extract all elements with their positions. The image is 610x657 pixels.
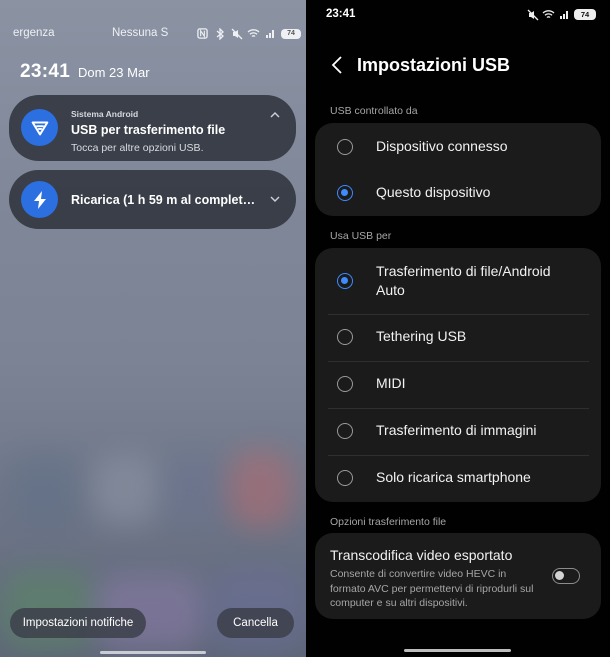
option-label: Trasferimento di file/Android Auto <box>376 263 551 298</box>
signal-icon <box>264 27 277 40</box>
status-icons: 74 <box>196 27 301 40</box>
notification-settings-button[interactable]: Impostazioni notifiche <box>10 608 146 638</box>
signal-icon <box>558 8 571 21</box>
wifi-icon <box>247 27 260 40</box>
option-file-transfer[interactable]: Trasferimento di file/Android Auto <box>315 248 601 314</box>
clock-time: 23:41 <box>20 61 71 82</box>
usb-settings-screen: 23:41 74 Impostazioni USB USB controllat… <box>306 0 610 657</box>
option-usb-tethering[interactable]: Tethering USB <box>315 314 601 361</box>
blurred-app-icon <box>10 455 80 525</box>
radio-button[interactable] <box>337 470 353 486</box>
carrier-label: Nessuna S <box>112 27 169 39</box>
notification-shade: ergenza Nessuna S 74 23:41 Dom 23 Mar Si… <box>0 0 306 657</box>
page-title: Impostazioni USB <box>357 55 511 75</box>
transcode-toggle-switch[interactable] <box>552 568 580 584</box>
notification-text: Tocca per altre opzioni USB. <box>71 142 204 154</box>
radio-button[interactable] <box>337 376 353 392</box>
option-label: Tethering USB <box>376 328 467 344</box>
home-indicator[interactable] <box>404 649 511 652</box>
battery-icon: 74 <box>281 28 301 39</box>
blurred-app-icon <box>228 450 294 528</box>
notification-usb[interactable]: Sistema Android USB per trasferimento fi… <box>9 95 296 161</box>
radio-button-selected[interactable] <box>337 185 353 201</box>
option-charge-only[interactable]: Solo ricarica smartphone <box>315 455 601 502</box>
battery-level: 74 <box>580 10 590 19</box>
option-label: Trasferimento di immagini <box>376 422 537 438</box>
option-midi[interactable]: MIDI <box>315 361 601 408</box>
option-image-transfer[interactable]: Trasferimento di immagini <box>315 408 601 455</box>
cancel-button[interactable]: Cancella <box>217 608 294 638</box>
notification-app-name: Sistema Android <box>71 109 139 119</box>
chevron-down-icon[interactable] <box>268 192 282 206</box>
home-indicator[interactable] <box>100 651 206 654</box>
option-label: Solo ricarica smartphone <box>376 469 531 485</box>
battery-icon: 74 <box>574 9 596 20</box>
transcode-video-setting[interactable]: Transcodifica video esportato Consente d… <box>315 533 601 619</box>
option-this-device[interactable]: Questo dispositivo <box>315 170 601 216</box>
status-icons: 74 <box>526 8 596 21</box>
blurred-app-icon <box>92 455 160 525</box>
notification-title: USB per trasferimento file <box>71 123 226 137</box>
mute-icon <box>526 8 539 21</box>
setting-title: Transcodifica video esportato <box>330 547 513 563</box>
nfc-icon <box>196 27 209 40</box>
mute-icon <box>230 27 243 40</box>
notification-title: Ricarica (1 h 59 m al completam... <box>71 193 261 207</box>
section-label-use-usb-for: Usa USB per <box>330 230 392 242</box>
clock-date: Dom 23 Mar <box>78 65 150 80</box>
battery-level: 74 <box>287 30 295 37</box>
status-bar: ergenza Nessuna S 74 <box>0 27 306 43</box>
wifi-icon <box>542 8 555 21</box>
use-usb-card: Trasferimento di file/Android Auto Tethe… <box>315 248 601 502</box>
radio-button[interactable] <box>337 139 353 155</box>
setting-description: Consente di convertire video HEVC in for… <box>330 568 534 609</box>
bluetooth-icon <box>213 27 226 40</box>
option-connected-device[interactable]: Dispositivo connesso <box>315 123 601 170</box>
option-label: Questo dispositivo <box>376 184 491 200</box>
back-arrow-icon[interactable] <box>326 54 348 76</box>
blurred-app-icon <box>165 455 225 525</box>
android-system-icon <box>21 109 58 146</box>
radio-button[interactable] <box>337 329 353 345</box>
option-label: Dispositivo connesso <box>376 138 508 154</box>
radio-button-selected[interactable] <box>337 273 353 289</box>
section-label-file-transfer-options: Opzioni trasferimento file <box>330 516 447 528</box>
charging-bolt-icon <box>21 181 58 218</box>
toggle-knob <box>555 571 564 580</box>
option-label: MIDI <box>376 375 406 391</box>
chevron-up-icon[interactable] <box>268 107 282 121</box>
radio-button[interactable] <box>337 423 353 439</box>
status-bar: 23:41 74 <box>306 8 610 22</box>
carrier-label: ergenza <box>13 27 55 39</box>
section-label-controlled-by: USB controllato da <box>330 105 418 117</box>
notification-charging[interactable]: Ricarica (1 h 59 m al completam... <box>9 170 296 229</box>
status-time: 23:41 <box>326 8 356 20</box>
controlled-by-card: Dispositivo connesso Questo dispositivo <box>315 123 601 216</box>
